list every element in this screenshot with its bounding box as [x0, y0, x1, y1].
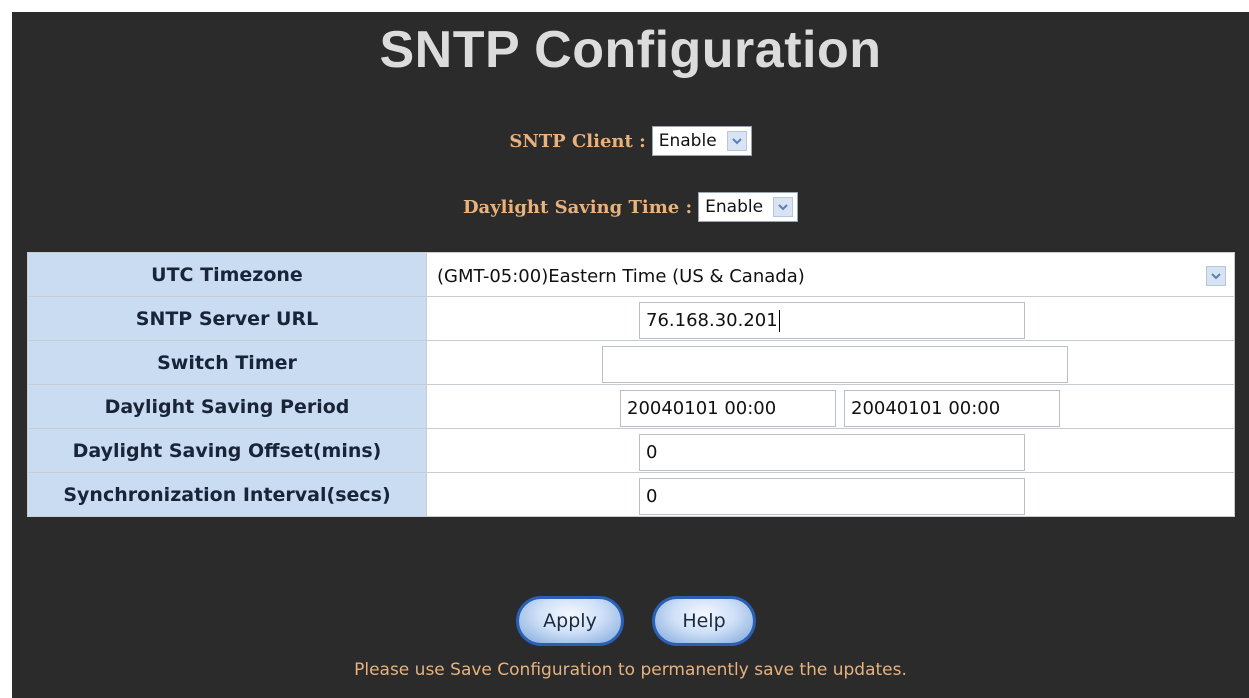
- config-panel: SNTP Configuration SNTP Client : Enable …: [12, 12, 1249, 698]
- daylight-saving-period-end-input[interactable]: 20040101 00:00: [844, 390, 1060, 427]
- daylight-saving-label: Daylight Saving Time :: [462, 196, 693, 218]
- daylight-saving-offset-label: Daylight Saving Offset(mins): [27, 428, 427, 473]
- table-row: Synchronization Interval(secs) 0: [27, 472, 1235, 517]
- chevron-down-icon[interactable]: [773, 197, 794, 217]
- chevron-down-icon[interactable]: [726, 131, 747, 151]
- daylight-saving-period-start-input[interactable]: 20040101 00:00: [620, 390, 836, 427]
- daylight-saving-value: Enable: [705, 197, 764, 217]
- switch-timer-label: Switch Timer: [27, 340, 427, 385]
- utc-timezone-select[interactable]: (GMT-05:00)Eastern Time (US & Canada): [431, 258, 1230, 294]
- page-title: SNTP Configuration: [379, 21, 882, 79]
- sntp-server-url-input[interactable]: 76.168.30.201: [639, 302, 1025, 339]
- help-button[interactable]: Help: [652, 596, 756, 646]
- text-cursor: [778, 310, 780, 332]
- chevron-down-icon[interactable]: [1206, 266, 1226, 286]
- utc-timezone-value: (GMT-05:00)Eastern Time (US & Canada): [437, 265, 805, 287]
- daylight-saving-row: Daylight Saving Time : Enable: [12, 192, 1249, 222]
- sntp-client-row: SNTP Client : Enable: [12, 126, 1249, 156]
- table-row: SNTP Server URL 76.168.30.201: [27, 296, 1235, 341]
- daylight-saving-select[interactable]: Enable: [698, 192, 799, 222]
- table-row: UTC Timezone (GMT-05:00)Eastern Time (US…: [27, 252, 1235, 297]
- save-note: Please use Save Configuration to permane…: [354, 660, 907, 680]
- sync-interval-input[interactable]: 0: [639, 478, 1025, 515]
- apply-button[interactable]: Apply: [516, 596, 624, 646]
- switch-timer-input[interactable]: [602, 346, 1068, 383]
- daylight-saving-offset-input[interactable]: 0: [639, 434, 1025, 471]
- sntp-server-url-value: 76.168.30.201: [646, 310, 778, 331]
- sntp-settings-table: UTC Timezone (GMT-05:00)Eastern Time (US…: [27, 252, 1235, 517]
- table-row: Switch Timer: [27, 340, 1235, 385]
- sync-interval-label: Synchronization Interval(secs): [27, 472, 427, 517]
- sntp-client-label: SNTP Client :: [509, 130, 646, 152]
- table-row: Daylight Saving Offset(mins) 0: [27, 428, 1235, 473]
- daylight-saving-period-label: Daylight Saving Period: [27, 384, 427, 429]
- sntp-server-url-label: SNTP Server URL: [27, 296, 427, 341]
- sntp-client-select[interactable]: Enable: [651, 126, 752, 156]
- table-row: Daylight Saving Period 20040101 00:00 20…: [27, 384, 1235, 429]
- sntp-client-value: Enable: [658, 131, 717, 151]
- utc-timezone-label: UTC Timezone: [27, 252, 427, 297]
